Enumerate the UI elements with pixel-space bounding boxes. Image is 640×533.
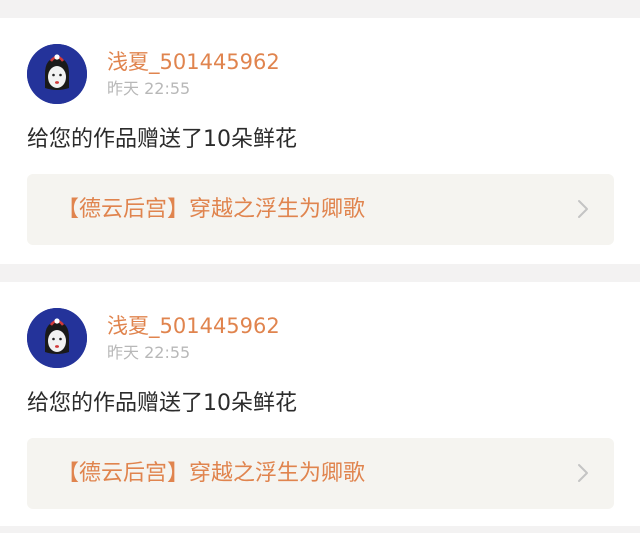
username[interactable]: 浅夏_501445962 — [107, 313, 280, 339]
timestamp: 昨天 22:55 — [107, 343, 191, 362]
notification-card: 浅夏_501445962 昨天 22:55 给您的作品赠送了10朵鲜花 【德云后… — [0, 282, 640, 526]
avatar-face-icon — [27, 44, 87, 104]
notification-message: 给您的作品赠送了10朵鲜花 — [27, 391, 297, 416]
username[interactable]: 浅夏_501445962 — [107, 49, 280, 75]
work-link[interactable]: 【德云后宫】穿越之浮生为卿歌 — [27, 438, 614, 509]
notification-message: 给您的作品赠送了10朵鲜花 — [27, 127, 297, 152]
avatar-face-icon — [27, 308, 87, 368]
chevron-right-icon — [576, 462, 590, 484]
work-link[interactable]: 【德云后宫】穿越之浮生为卿歌 — [27, 174, 614, 245]
work-title: 【德云后宫】穿越之浮生为卿歌 — [57, 461, 366, 486]
notification-card: 浅夏_501445962 昨天 22:55 给您的作品赠送了10朵鲜花 【德云后… — [0, 18, 640, 264]
avatar[interactable] — [27, 44, 87, 104]
chevron-right-icon — [576, 198, 590, 220]
work-title: 【德云后宫】穿越之浮生为卿歌 — [57, 197, 366, 222]
avatar[interactable] — [27, 308, 87, 368]
timestamp: 昨天 22:55 — [107, 79, 191, 98]
notification-feed: 浅夏_501445962 昨天 22:55 给您的作品赠送了10朵鲜花 【德云后… — [0, 0, 640, 533]
